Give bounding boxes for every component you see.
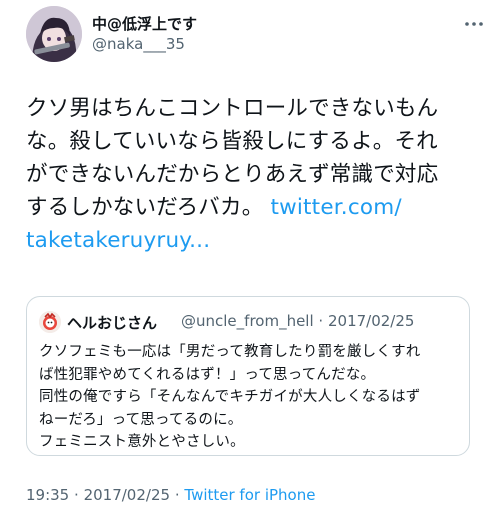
quoted-handle[interactable]: @uncle_from_hell — [181, 312, 314, 330]
tweet-link-continued[interactable]: taketakeruyruy... — [26, 224, 466, 257]
tweet-text-line: クソ男はちんこコントロールできないもん — [26, 96, 439, 121]
footer-separator: · — [174, 486, 180, 504]
tweet-text-line: するしかないだろバカ。 twitter.com/ — [26, 191, 466, 224]
quoted-text-line: ば性犯罪やめてくれるはず！」って思ってんだな。 — [39, 366, 376, 383]
quoted-date: 2017/02/25 — [327, 312, 415, 330]
quoted-text-line: クソフェミも一応は「男だって教育したり罰を厳しくすれ — [39, 344, 421, 360]
quoted-text-line: ねーだろ」って思ってるのに。 — [39, 411, 243, 428]
tweet-source-link[interactable]: Twitter for iPhone — [184, 486, 315, 504]
user-handle[interactable]: @naka___35 — [92, 34, 197, 54]
tweet-text-line-tail: するしかないだろバカ。 — [26, 195, 264, 220]
quoted-text-line: 同性の俺ですら「そんなんでキチガイが大人しくなるはず — [39, 389, 421, 405]
quoted-user-avatar[interactable] — [39, 311, 61, 333]
tweet-text-line: な。殺していいなら皆殺しにするよ。それ — [26, 129, 438, 154]
quoted-tweet-card[interactable]: ヘルおじさん @uncle_from_hell · 2017/02/25 クソフ… — [26, 296, 470, 456]
tweet-date[interactable]: 2017/02/25 — [84, 486, 170, 504]
tweet-time[interactable]: 19:35 — [26, 486, 69, 504]
user-avatar[interactable] — [26, 6, 82, 62]
tweet-text-line: ができないんだからとりあえず常識で対応 — [26, 162, 439, 187]
quoted-meta: @uncle_from_hell · 2017/02/25 — [181, 312, 414, 330]
tweet-link[interactable]: twitter.com/ — [270, 195, 401, 220]
tweet-header: 中@低浮上です @naka___35 — [26, 6, 486, 66]
more-options-icon[interactable] — [462, 12, 486, 36]
tweet-footer: 19:35 · 2017/02/25 · Twitter for iPhone — [26, 486, 315, 504]
quoted-text-line: フェミニスト意外とやさしい。 — [39, 434, 245, 450]
footer-separator: · — [74, 486, 79, 504]
quoted-separator: · — [318, 312, 324, 330]
quoted-tweet-body: クソフェミも一応は「男だって教育したり罰を厳しくすれ ば性犯罪やめてくれるはず！… — [39, 341, 459, 454]
display-name[interactable]: 中@低浮上です — [92, 14, 197, 34]
quoted-display-name[interactable]: ヘルおじさん — [67, 312, 157, 333]
tweet-body: クソ男はちんこコントロールできないもん な。殺していいなら皆殺しにするよ。それ … — [26, 92, 466, 257]
